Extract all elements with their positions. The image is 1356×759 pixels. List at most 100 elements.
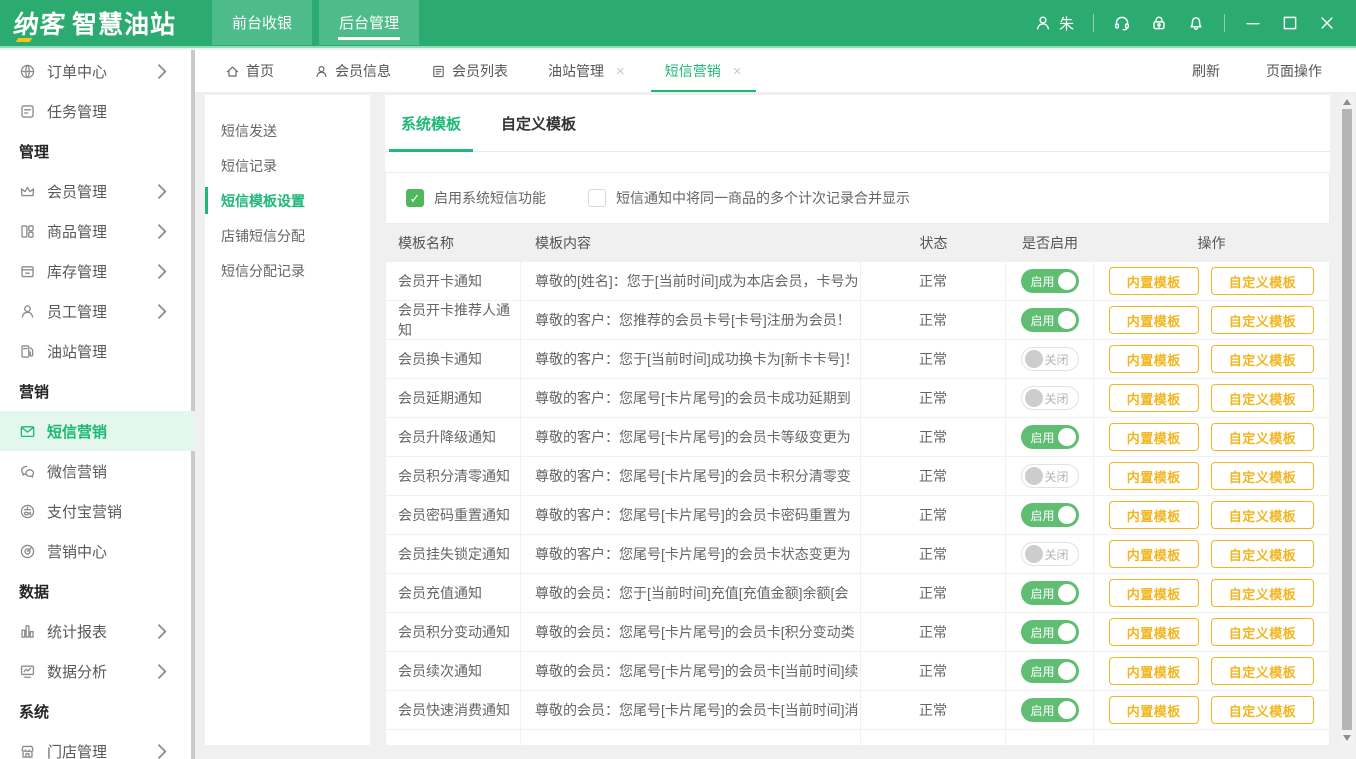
builtin-template-button[interactable]: 内置模板 [1109, 423, 1199, 451]
scroll-up-arrow[interactable] [1341, 95, 1353, 109]
builtin-template-button[interactable]: 内置模板 [1109, 267, 1199, 295]
sidebar-item[interactable]: 商品管理 [0, 211, 195, 251]
page-tab[interactable]: 短信营销× [645, 50, 762, 92]
submenu-item[interactable]: 短信模板设置 [205, 183, 370, 218]
actions-cell: 内置模板自定义模板 [1094, 301, 1329, 339]
header-nav-tab[interactable]: 后台管理 [319, 0, 419, 45]
table-row: 会员开卡通知尊敬的[姓名]：您于[当前时间]成为本店会员，卡号为正常启用内置模板… [386, 262, 1329, 301]
submenu-item[interactable]: 店铺短信分配 [205, 218, 370, 253]
bell-icon[interactable] [1187, 14, 1205, 32]
enable-toggle[interactable]: 启用 [1021, 620, 1079, 644]
sidebar-item[interactable]: 门店管理 [0, 731, 195, 759]
chevron-right-icon [154, 63, 171, 80]
checkbox-checked-icon[interactable]: ✓ [406, 189, 424, 207]
custom-template-button[interactable]: 自定义模板 [1211, 657, 1315, 685]
option-checkbox-group[interactable]: 短信通知中将同一商品的多个计次记录合并显示 [588, 188, 910, 208]
lock-icon[interactable] [1150, 14, 1168, 32]
enable-toggle[interactable]: 关闭 [1021, 386, 1079, 410]
sidebar-item[interactable]: 数据分析 [0, 651, 195, 691]
custom-template-button[interactable]: 自定义模板 [1211, 267, 1315, 295]
builtin-template-button[interactable]: 内置模板 [1109, 306, 1199, 334]
custom-template-button[interactable]: 自定义模板 [1211, 306, 1315, 334]
builtin-template-button[interactable]: 内置模板 [1109, 540, 1199, 568]
submenu-item[interactable]: 短信发送 [205, 113, 370, 148]
chevron-right-icon [154, 663, 171, 680]
sidebar-item[interactable]: 员工管理 [0, 291, 195, 331]
toggle-knob [1058, 428, 1076, 446]
enable-toggle[interactable]: 启用 [1021, 503, 1079, 527]
builtin-template-button[interactable]: 内置模板 [1109, 462, 1199, 490]
template-tab[interactable]: 自定义模板 [501, 95, 576, 151]
sms-icon [19, 423, 36, 440]
tabbar-right-controls: 刷新 页面操作 [1172, 50, 1356, 92]
enable-toggle[interactable]: 启用 [1021, 698, 1079, 722]
toggle-knob [1025, 350, 1043, 368]
page-tab[interactable]: 油站管理× [528, 50, 645, 92]
sidebar-section-label: 营销 [0, 371, 195, 411]
builtin-template-button[interactable]: 内置模板 [1109, 384, 1199, 412]
sidebar-item[interactable]: 油站管理 [0, 331, 195, 371]
custom-template-button[interactable]: 自定义模板 [1211, 696, 1315, 724]
page-tab[interactable]: 会员列表 [411, 50, 528, 92]
tab-close-icon[interactable]: × [616, 63, 625, 80]
page-operations-button[interactable]: 页面操作 [1246, 61, 1346, 81]
sidebar-item[interactable]: 统计报表 [0, 611, 195, 651]
builtin-template-button[interactable]: 内置模板 [1109, 696, 1199, 724]
scroll-down-arrow[interactable] [1341, 731, 1353, 745]
builtin-template-button[interactable]: 内置模板 [1109, 345, 1199, 373]
sidebar-item[interactable]: 短信营销 [0, 411, 195, 451]
page-tab[interactable]: 首页 [205, 50, 294, 92]
submenu-item[interactable]: 短信记录 [205, 148, 370, 183]
enable-toggle[interactable]: 关闭 [1021, 347, 1079, 371]
sidebar-item-label: 会员管理 [47, 181, 107, 202]
actions-cell: 内置模板自定义模板 [1094, 652, 1329, 690]
enable-toggle[interactable]: 启用 [1021, 425, 1079, 449]
minimize-icon[interactable] [1244, 14, 1262, 32]
custom-template-button[interactable]: 自定义模板 [1211, 384, 1315, 412]
sidebar-item[interactable]: 任务管理 [0, 91, 195, 131]
toggle-knob [1058, 584, 1076, 602]
headset-icon[interactable] [1113, 14, 1131, 32]
enable-toggle[interactable]: 启用 [1021, 308, 1079, 332]
enable-toggle[interactable]: 启用 [1021, 581, 1079, 605]
chart-icon [19, 623, 36, 640]
sidebar-item[interactable]: 会员管理 [0, 171, 195, 211]
sidebar-item-label: 门店管理 [47, 741, 107, 759]
enable-toggle[interactable]: 关闭 [1021, 542, 1079, 566]
custom-template-button[interactable]: 自定义模板 [1211, 345, 1315, 373]
template-name-cell: 会员升降级通知 [386, 418, 521, 456]
sidebar-item-label: 短信营销 [47, 421, 107, 442]
custom-template-button[interactable]: 自定义模板 [1211, 462, 1315, 490]
checkbox-unchecked-icon[interactable] [588, 189, 606, 207]
option-checkbox-group[interactable]: ✓启用系统短信功能 [406, 188, 546, 208]
sidebar-item[interactable]: 营销中心 [0, 531, 195, 571]
enable-toggle[interactable]: 关闭 [1021, 464, 1079, 488]
enable-toggle[interactable]: 启用 [1021, 659, 1079, 683]
scrollbar-thumb[interactable] [1342, 109, 1352, 730]
sidebar-item[interactable]: 订单中心 [0, 51, 195, 91]
table-row: 会员积分变动通知尊敬的会员：您尾号[卡片尾号]的会员卡[积分变动类正常启用内置模… [386, 613, 1329, 652]
template-tab[interactable]: 系统模板 [401, 95, 461, 151]
custom-template-button[interactable]: 自定义模板 [1211, 501, 1315, 529]
submenu-item[interactable]: 短信分配记录 [205, 253, 370, 288]
custom-template-button[interactable]: 自定义模板 [1211, 540, 1315, 568]
page-tab[interactable]: 会员信息 [294, 50, 411, 92]
custom-template-button[interactable]: 自定义模板 [1211, 618, 1315, 646]
refresh-button[interactable]: 刷新 [1172, 61, 1220, 81]
enable-toggle[interactable]: 启用 [1021, 269, 1079, 293]
sidebar-item[interactable]: 支付宝营销 [0, 491, 195, 531]
builtin-template-button[interactable]: 内置模板 [1109, 501, 1199, 529]
builtin-template-button[interactable]: 内置模板 [1109, 579, 1199, 607]
custom-template-button[interactable]: 自定义模板 [1211, 423, 1315, 451]
close-icon[interactable] [1318, 14, 1336, 32]
maximize-icon[interactable] [1281, 14, 1299, 32]
builtin-template-button[interactable]: 内置模板 [1109, 657, 1199, 685]
user-menu[interactable]: 朱 [1034, 13, 1074, 34]
vertical-scrollbar[interactable] [1341, 95, 1353, 745]
custom-template-button[interactable]: 自定义模板 [1211, 579, 1315, 607]
builtin-template-button[interactable]: 内置模板 [1109, 618, 1199, 646]
tab-close-icon[interactable]: × [733, 63, 742, 80]
sidebar-item[interactable]: 微信营销 [0, 451, 195, 491]
sidebar-item[interactable]: 库存管理 [0, 251, 195, 291]
header-nav-tab[interactable]: 前台收银 [212, 0, 312, 45]
